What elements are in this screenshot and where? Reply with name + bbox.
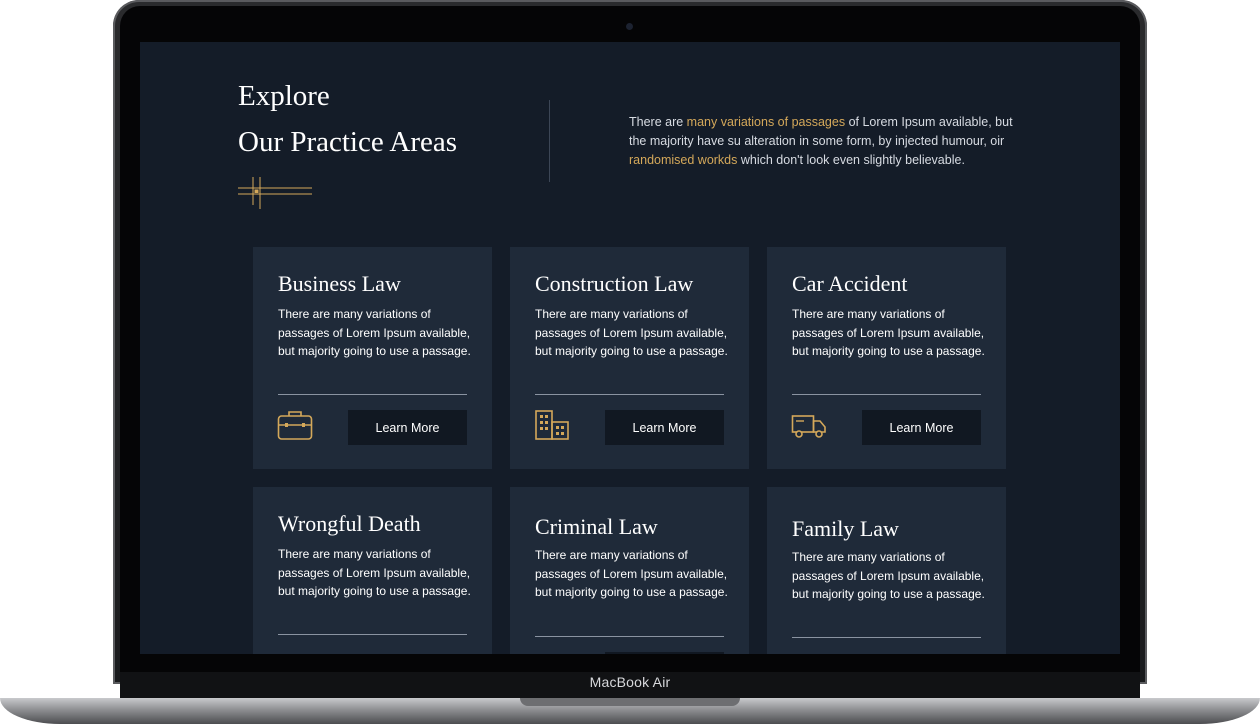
- device-brand-label: MacBook Air: [589, 674, 671, 690]
- card-title: Car Accident: [792, 271, 908, 296]
- card-title: Family Law: [792, 516, 899, 541]
- card-divider: [278, 634, 467, 635]
- practice-icon: [534, 649, 570, 654]
- header-divider: [549, 100, 550, 182]
- card-description: There are many variations of passages of…: [535, 548, 728, 599]
- card-divider: [792, 394, 981, 395]
- card-divider: [535, 394, 724, 395]
- card-description: There are many variations of passages of…: [792, 550, 985, 601]
- website-screen: Explore Our Practice Areas There are man…: [140, 42, 1120, 654]
- truck-icon: [791, 415, 826, 438]
- intro-highlight-2: randomised workds: [629, 153, 738, 167]
- learn-more-button[interactable]: Learn More: [862, 410, 981, 445]
- practice-card-criminal-law: Criminal Law There are many variations o…: [510, 487, 749, 654]
- card-title: Business Law: [278, 271, 401, 296]
- card-title: Criminal Law: [535, 514, 658, 539]
- title-ornament-icon: [238, 177, 312, 209]
- card-divider: [792, 637, 981, 638]
- practice-card-car-accident: Car Accident There are many variations o…: [767, 247, 1006, 469]
- practice-icon: [277, 649, 313, 654]
- card-description: There are many variations of passages of…: [792, 307, 985, 358]
- card-title: Construction Law: [535, 271, 694, 296]
- card-description: There are many variations of passages of…: [278, 547, 471, 598]
- practice-card-business-law: Business Law There are many variations o…: [253, 247, 492, 469]
- practice-card-wrongful-death: Wrongful Death There are many variations…: [253, 487, 492, 654]
- card-divider: [278, 394, 467, 395]
- intro-text-3: which don't look even slightly believabl…: [737, 153, 965, 167]
- section-title-line1: Explore: [238, 80, 330, 112]
- intro-text-1: There are: [629, 115, 687, 129]
- card-divider: [535, 636, 724, 637]
- camera-icon: [626, 23, 633, 30]
- card-description: There are many variations of passages of…: [278, 307, 471, 358]
- practice-card-construction-law: Construction Law There are many variatio…: [510, 247, 749, 469]
- intro-paragraph: There are many variations of passages of…: [629, 113, 1014, 170]
- section-title-line2: Our Practice Areas: [238, 126, 458, 158]
- practice-card-family-law: Family Law There are many variations of …: [767, 487, 1006, 654]
- intro-highlight-1: many variations of passages: [686, 115, 846, 129]
- laptop-notch: [520, 698, 740, 706]
- learn-more-button[interactable]: Learn More: [348, 410, 467, 445]
- learn-more-button[interactable]: [605, 652, 724, 654]
- briefcase-icon: [277, 411, 313, 440]
- learn-more-button[interactable]: Learn More: [605, 410, 724, 445]
- card-description: There are many variations of passages of…: [535, 307, 728, 358]
- card-title: Wrongful Death: [278, 511, 421, 536]
- building-icon: [535, 410, 569, 440]
